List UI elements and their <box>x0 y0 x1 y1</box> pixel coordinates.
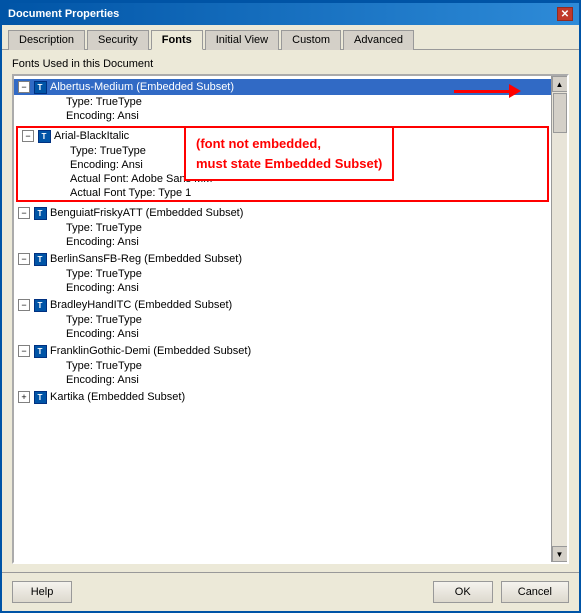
font-group-franklin: − T FranklinGothic-Demi (Embedded Subset… <box>14 342 551 388</box>
font-prop-berlin-type: Type: TrueType <box>14 267 551 281</box>
scroll-up-button[interactable]: ▲ <box>552 76 568 92</box>
tab-fonts[interactable]: Fonts <box>151 30 203 50</box>
ok-cancel-group: OK Cancel <box>433 581 569 603</box>
font-prop-albertus-encoding: Encoding: Ansi <box>14 109 551 123</box>
font-group-benguiat: − T BenguiatFriskyATT (Embedded Subset) … <box>14 204 551 250</box>
font-icon-franklin: T <box>33 344 47 358</box>
dialog-title: Document Properties <box>8 8 119 20</box>
title-bar: Document Properties ✕ <box>2 3 579 25</box>
font-item-berlin[interactable]: − T BerlinSansFB-Reg (Embedded Subset) <box>14 251 551 267</box>
font-name-albertus: Albertus-Medium (Embedded Subset) <box>50 81 234 93</box>
font-prop-benguiat-type: Type: TrueType <box>14 221 551 235</box>
annotation-line1: (font not embedded, <box>196 136 321 151</box>
font-name-benguiat: BenguiatFriskyATT (Embedded Subset) <box>50 207 243 219</box>
font-icon-berlin: T <box>33 252 47 266</box>
font-prop-benguiat-encoding: Encoding: Ansi <box>14 235 551 249</box>
expand-icon-albertus[interactable]: − <box>18 81 30 93</box>
scroll-track[interactable] <box>552 92 567 546</box>
font-prop-berlin-encoding: Encoding: Ansi <box>14 281 551 295</box>
font-item-benguiat[interactable]: − T BenguiatFriskyATT (Embedded Subset) <box>14 205 551 221</box>
annotation-line2: must state Embedded Subset) <box>196 156 382 171</box>
font-group-albertus: − T Albertus-Medium (Embedded Subset) Ty… <box>14 78 551 124</box>
expand-icon-franklin[interactable]: − <box>18 345 30 357</box>
expand-icon-bradley[interactable]: − <box>18 299 30 311</box>
font-name-franklin: FranklinGothic-Demi (Embedded Subset) <box>50 345 251 357</box>
arrow-head <box>509 84 521 98</box>
scroll-down-button[interactable]: ▼ <box>552 546 568 562</box>
font-icon-bradley: T <box>33 298 47 312</box>
font-name-arial: Arial-BlackItalic <box>54 130 129 142</box>
expand-icon-arial[interactable]: − <box>22 130 34 142</box>
tab-initial-view[interactable]: Initial View <box>205 30 279 50</box>
ok-button[interactable]: OK <box>433 581 493 603</box>
font-name-berlin: BerlinSansFB-Reg (Embedded Subset) <box>50 253 242 265</box>
arrow-line <box>454 90 509 93</box>
font-item-kartika[interactable]: + T Kartika (Embedded Subset) <box>14 389 551 405</box>
tab-description[interactable]: Description <box>8 30 85 50</box>
font-name-kartika: Kartika (Embedded Subset) <box>50 391 185 403</box>
expand-icon-berlin[interactable]: − <box>18 253 30 265</box>
fonts-list[interactable]: − T Albertus-Medium (Embedded Subset) Ty… <box>14 76 551 562</box>
font-prop-bradley-encoding: Encoding: Ansi <box>14 327 551 341</box>
font-item-bradley[interactable]: − T BradleyHandITC (Embedded Subset) <box>14 297 551 313</box>
tab-custom[interactable]: Custom <box>281 30 341 50</box>
tabs-bar: Description Security Fonts Initial View … <box>2 25 579 50</box>
help-button[interactable]: Help <box>12 581 72 603</box>
content-area: Fonts Used in this Document − T Albertus… <box>2 50 579 572</box>
font-item-franklin[interactable]: − T FranklinGothic-Demi (Embedded Subset… <box>14 343 551 359</box>
cancel-button[interactable]: Cancel <box>501 581 569 603</box>
font-icon-kartika: T <box>33 390 47 404</box>
fonts-panel: − T Albertus-Medium (Embedded Subset) Ty… <box>12 74 569 564</box>
bottom-bar: Help OK Cancel <box>2 572 579 611</box>
tab-security[interactable]: Security <box>87 30 149 50</box>
annotation-box: (font not embedded, must state Embedded … <box>184 126 394 181</box>
font-icon-arial: T <box>37 129 51 143</box>
font-prop-bradley-type: Type: TrueType <box>14 313 551 327</box>
font-icon-benguiat: T <box>33 206 47 220</box>
scroll-thumb[interactable] <box>553 93 567 133</box>
expand-icon-benguiat[interactable]: − <box>18 207 30 219</box>
expand-icon-kartika[interactable]: + <box>18 391 30 403</box>
close-button[interactable]: ✕ <box>557 7 573 21</box>
font-group-kartika: + T Kartika (Embedded Subset) <box>14 388 551 406</box>
font-prop-franklin-type: Type: TrueType <box>14 359 551 373</box>
font-group-berlin: − T BerlinSansFB-Reg (Embedded Subset) T… <box>14 250 551 296</box>
font-icon-albertus: T <box>33 80 47 94</box>
arrow-annotation <box>454 84 521 98</box>
document-properties-dialog: Document Properties ✕ Description Securi… <box>0 0 581 613</box>
font-prop-arial-actual-font-type: Actual Font Type: Type 1 <box>18 186 547 200</box>
font-name-bradley: BradleyHandITC (Embedded Subset) <box>50 299 232 311</box>
font-prop-franklin-encoding: Encoding: Ansi <box>14 373 551 387</box>
tab-advanced[interactable]: Advanced <box>343 30 414 50</box>
font-group-bradley: − T BradleyHandITC (Embedded Subset) Typ… <box>14 296 551 342</box>
section-label: Fonts Used in this Document <box>12 58 569 70</box>
scrollbar: ▲ ▼ <box>551 76 567 562</box>
